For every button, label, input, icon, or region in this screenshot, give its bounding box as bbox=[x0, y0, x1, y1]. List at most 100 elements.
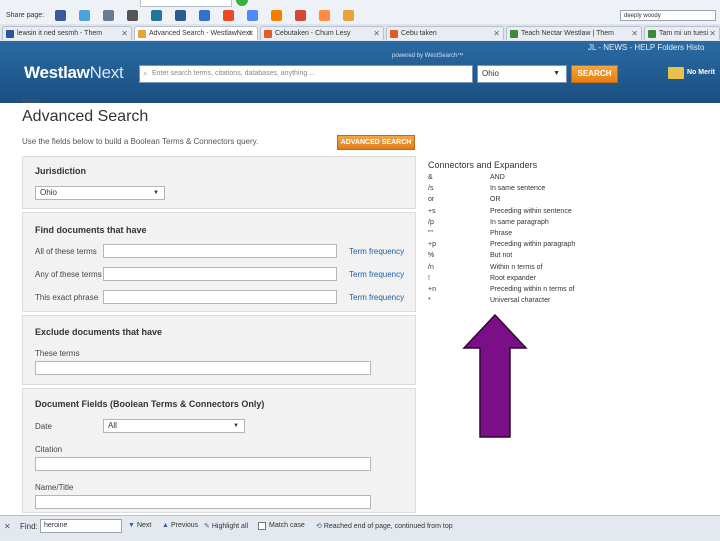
header-search-button[interactable]: SEARCH bbox=[571, 65, 618, 83]
advanced-search-button[interactable]: ADVANCED SEARCH bbox=[337, 135, 415, 150]
connector-symbol: /s bbox=[428, 185, 434, 193]
date-select[interactable]: All ▼ bbox=[103, 419, 245, 433]
find-status: ⟲ Reached end of page, continued from to… bbox=[316, 522, 453, 530]
document-fields-title: Document Fields (Boolean Terms & Connect… bbox=[35, 399, 265, 409]
add-icon[interactable] bbox=[343, 10, 354, 21]
find-status-text: Reached end of page, continued from top bbox=[323, 523, 453, 530]
tab-favicon-icon bbox=[648, 30, 656, 38]
connectors-title: Connectors and Expanders bbox=[428, 160, 538, 170]
exact-phrase-input[interactable] bbox=[103, 290, 337, 304]
term-frequency-link[interactable]: Term frequency bbox=[349, 270, 404, 279]
connector-description: Preceding within n terms of bbox=[490, 286, 575, 293]
twitter-icon[interactable] bbox=[79, 10, 90, 21]
page-title: Advanced Search bbox=[22, 108, 149, 125]
chevron-down-icon: ▼ bbox=[233, 423, 239, 429]
exclude-terms-label: These terms bbox=[35, 349, 80, 358]
name-title-input[interactable] bbox=[35, 495, 371, 509]
exclude-documents-title: Exclude documents that have bbox=[35, 327, 163, 337]
browser-tab[interactable]: Tam mi un tuesi ✕ bbox=[644, 26, 720, 40]
main-search-input[interactable]: ⌕ Enter search terms, citations, databas… bbox=[139, 65, 473, 83]
green-check-icon[interactable] bbox=[236, 0, 248, 6]
close-icon[interactable]: ✕ bbox=[493, 27, 500, 40]
powered-by-label: powered by WestSearch™ bbox=[392, 53, 464, 59]
connector-symbol: & bbox=[428, 174, 433, 181]
browser-tab[interactable]: Cebu taken ✕ bbox=[386, 26, 504, 40]
browser-tab[interactable]: lewsin it ned sesmh - Them ✕ bbox=[2, 26, 132, 40]
chevron-down-icon: ▼ bbox=[553, 70, 560, 77]
connector-description: In same sentence bbox=[490, 185, 546, 193]
find-documents-panel: Find documents that have All of these te… bbox=[22, 212, 416, 312]
blogger-icon[interactable] bbox=[271, 10, 282, 21]
term-frequency-link[interactable]: Term frequency bbox=[349, 293, 404, 302]
find-input[interactable]: heroine bbox=[40, 519, 122, 533]
delicious-icon[interactable] bbox=[199, 10, 210, 21]
email-icon[interactable] bbox=[103, 10, 114, 21]
instructions-text: Use the fields below to build a Boolean … bbox=[22, 137, 259, 146]
close-icon[interactable]: ✕ bbox=[709, 27, 716, 40]
connector-description: AND bbox=[490, 174, 505, 181]
header-jurisdiction-select[interactable]: Ohio ▼ bbox=[477, 65, 567, 83]
close-icon[interactable]: ✕ bbox=[631, 27, 638, 40]
main-search-placeholder: Enter search terms, citations, databases… bbox=[152, 70, 316, 77]
search-icon: ⌕ bbox=[143, 69, 148, 78]
stumbleupon-icon[interactable] bbox=[223, 10, 234, 21]
term-frequency-link[interactable]: Term frequency bbox=[349, 247, 404, 256]
westlaw-logo[interactable]: WestlawNext bbox=[24, 63, 124, 83]
highlight-all-label: Highlight all bbox=[211, 523, 249, 530]
connector-symbol: +n bbox=[428, 286, 436, 293]
close-icon[interactable]: ✕ bbox=[121, 27, 128, 40]
share-page-label: Share page: bbox=[6, 12, 45, 19]
exclude-documents-panel: Exclude documents that have These terms bbox=[22, 315, 416, 385]
exact-phrase-label: This exact phrase bbox=[35, 293, 99, 302]
connector-description: Within n terms of bbox=[490, 263, 543, 271]
connector-symbol: * bbox=[428, 297, 431, 305]
breadcrumb[interactable]: Home bbox=[22, 98, 41, 105]
highlight-all-button[interactable]: ✎ Highlight all bbox=[204, 522, 248, 530]
print-icon[interactable] bbox=[127, 10, 138, 21]
highlighter-icon: ✎ bbox=[204, 523, 210, 530]
match-case-label: Match case bbox=[269, 522, 305, 529]
tab-favicon-icon bbox=[264, 30, 272, 38]
browser-tab[interactable]: Advanced Search - WestlawNext ✕ bbox=[134, 26, 258, 40]
connector-symbol: or bbox=[428, 196, 435, 204]
header-jurisdiction-value: Ohio bbox=[482, 69, 499, 78]
wordpress-icon[interactable] bbox=[151, 10, 162, 21]
date-value: All bbox=[108, 421, 117, 430]
address-search-input[interactable]: deeply woody bbox=[620, 10, 716, 21]
browser-tab[interactable]: Teach Nectar Westlaw | Them ✕ bbox=[506, 26, 642, 40]
facebook-icon[interactable] bbox=[55, 10, 66, 21]
top-nav-links[interactable]: JL - NEWS - HELP Folders Histo bbox=[588, 43, 704, 52]
folder-icon[interactable] bbox=[668, 67, 684, 79]
citation-input[interactable] bbox=[35, 457, 371, 471]
all-terms-input[interactable] bbox=[103, 244, 337, 258]
logo-suffix-text: Next bbox=[89, 63, 124, 82]
citation-label: Citation bbox=[35, 445, 63, 454]
reddit-icon[interactable] bbox=[319, 10, 330, 21]
jurisdiction-select[interactable]: Ohio ▼ bbox=[35, 186, 165, 200]
browser-tabs-bar: lewsin it ned sesmh - Them ✕ Advanced Sear… bbox=[0, 24, 720, 42]
any-terms-input[interactable] bbox=[103, 267, 337, 281]
tab-label: Cebutaken - Chum Lesy bbox=[275, 30, 351, 37]
folder-label[interactable]: No Merit bbox=[687, 69, 715, 76]
toolbar-search-box[interactable] bbox=[140, 0, 232, 7]
find-previous-button[interactable]: ▲ Previous bbox=[162, 522, 198, 529]
exclude-terms-input[interactable] bbox=[35, 361, 371, 375]
connector-description: Phrase bbox=[490, 230, 513, 237]
close-icon[interactable]: ✕ bbox=[247, 27, 254, 40]
close-icon[interactable]: ✕ bbox=[373, 27, 380, 40]
jurisdiction-panel: Jurisdiction Ohio ▼ bbox=[22, 156, 416, 209]
wrap-icon: ⟲ bbox=[316, 523, 324, 530]
match-case-checkbox[interactable] bbox=[258, 522, 266, 530]
name-title-label: Name/Title bbox=[35, 483, 74, 492]
gmail-icon[interactable] bbox=[295, 10, 306, 21]
connector-symbol: ! bbox=[428, 274, 430, 282]
find-next-button[interactable]: ▼ Next bbox=[128, 522, 151, 529]
jurisdiction-title: Jurisdiction bbox=[35, 166, 87, 176]
connector-description: OR bbox=[490, 196, 501, 204]
google-icon[interactable] bbox=[247, 10, 258, 21]
browser-tab[interactable]: Cebutaken - Chum Lesy ✕ bbox=[260, 26, 384, 40]
annotation-arrow bbox=[462, 314, 528, 438]
close-icon[interactable]: ✕ bbox=[4, 522, 11, 531]
digg-icon[interactable] bbox=[175, 10, 186, 21]
tab-label: lewsin it ned sesmh - Them bbox=[17, 30, 103, 37]
